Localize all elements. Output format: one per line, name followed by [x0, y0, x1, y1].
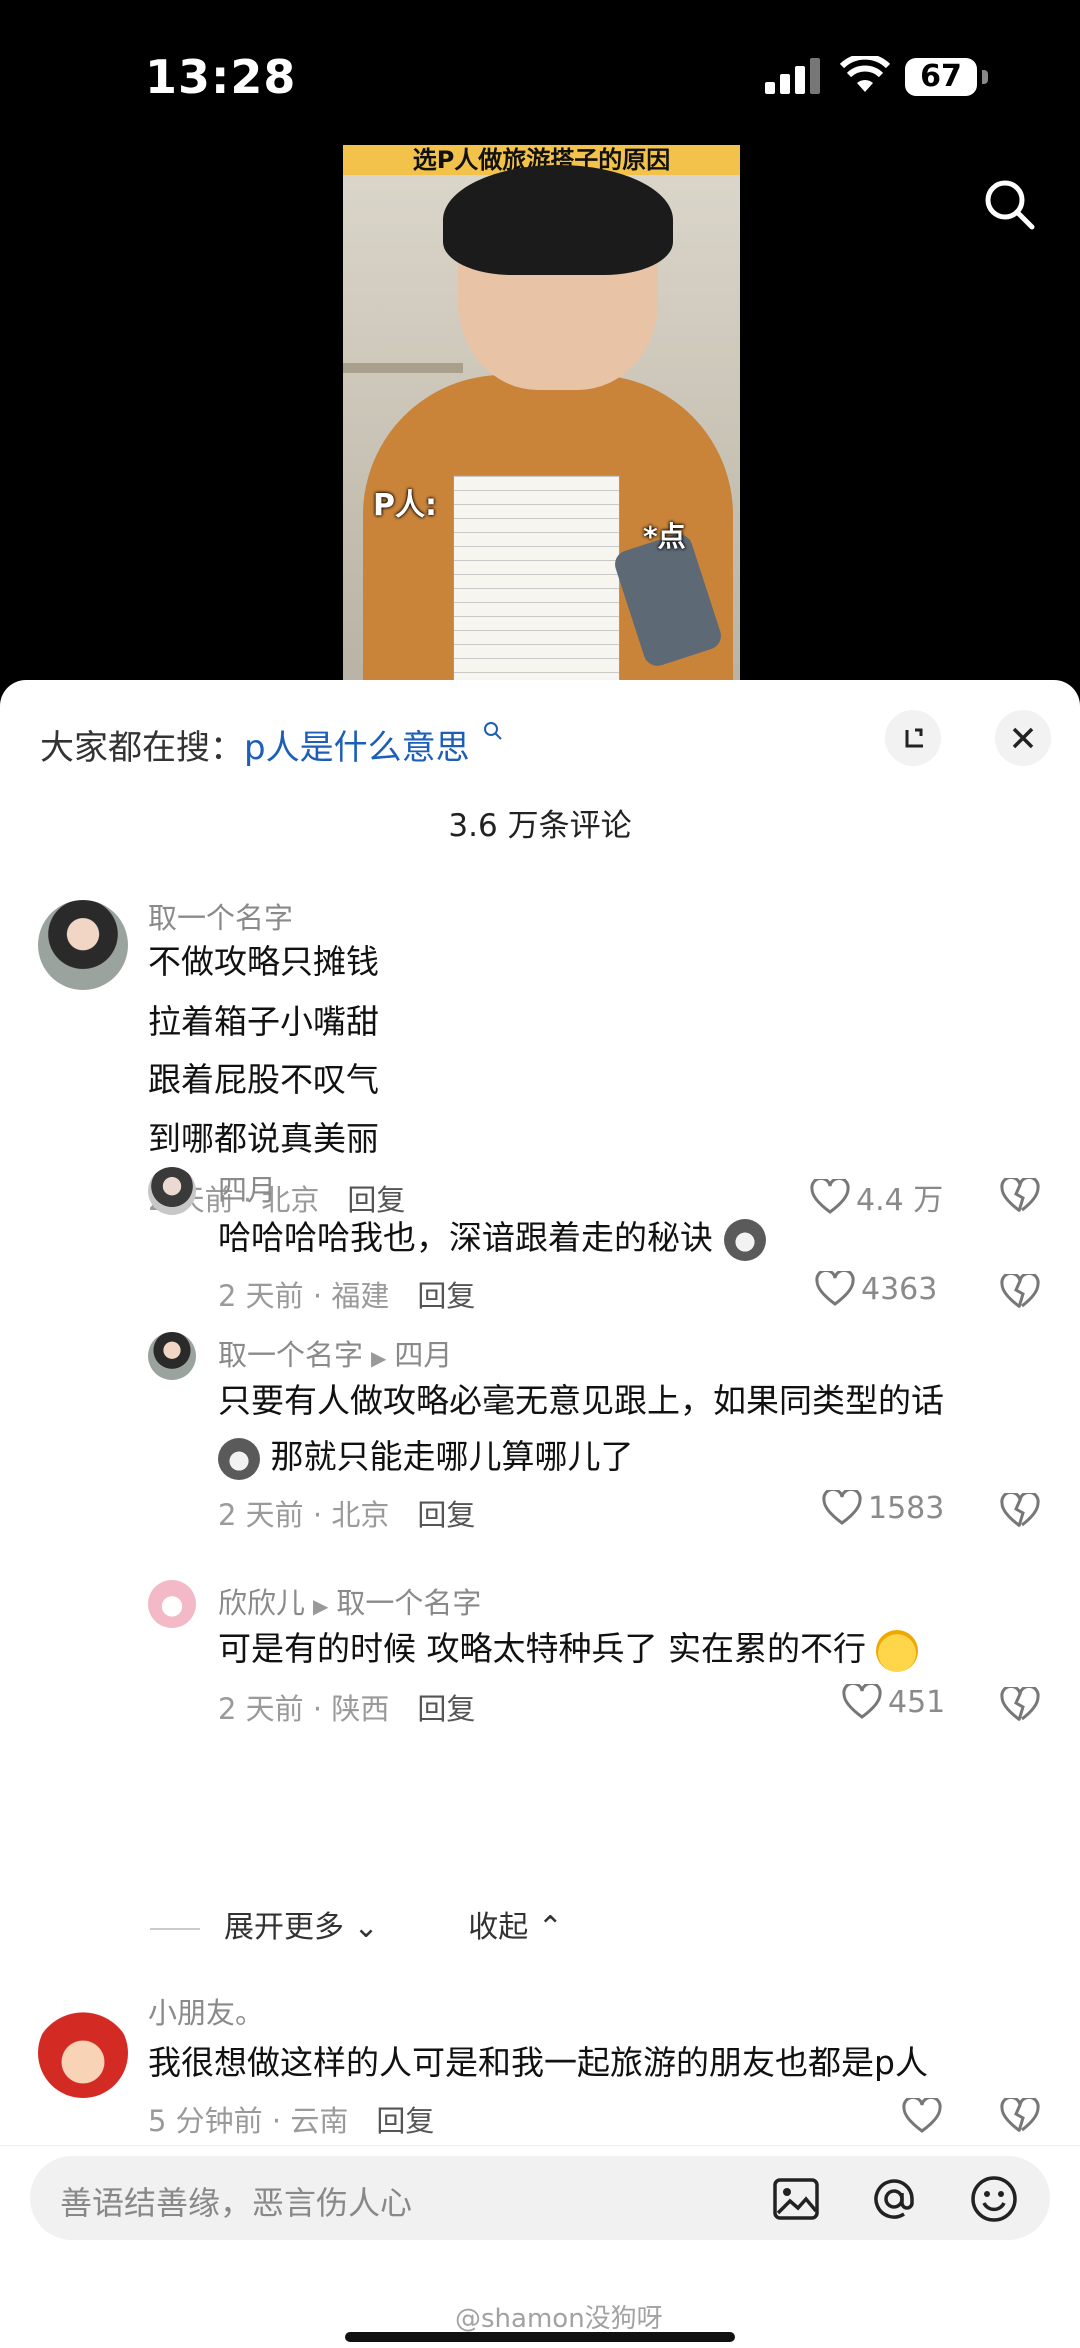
- dog-emoji-icon: [723, 1218, 766, 1261]
- like-count: 4363: [861, 1271, 938, 1307]
- collapse-button[interactable]: 收起 ⌃: [468, 1910, 563, 1945]
- comment-text-line: 我很想做这样的人可是和我一起旅游的朋友也都是p人: [148, 2043, 928, 2082]
- collapse-label: 收起: [468, 1910, 529, 1945]
- heart-icon[interactable]: [902, 2098, 942, 2134]
- comment-meta: 2 天前 · 福建 回复: [218, 1273, 475, 1315]
- home-indicator[interactable]: [345, 2332, 735, 2342]
- crying-emoji-icon: [876, 1629, 919, 1672]
- video-person-hair: [443, 165, 673, 275]
- comment-username[interactable]: 小朋友。: [148, 1990, 264, 2032]
- thread-controls: 展开更多 ⌄ 收起 ⌃: [150, 1902, 563, 1946]
- image-icon[interactable]: [770, 2173, 822, 2225]
- reply-arrow-icon: ▶: [371, 1346, 387, 1370]
- comment-meta: 2 天前 · 北京 回复: [218, 1492, 475, 1534]
- status-bar: 13:28 67: [0, 0, 1080, 160]
- heart-icon: [815, 1271, 855, 1306]
- video-shelf: [343, 363, 463, 373]
- like-button[interactable]: 4.4 万: [810, 1175, 943, 1219]
- battery-tip: [982, 70, 988, 84]
- comment-time: 5 分钟前 · 云南: [148, 2104, 349, 2138]
- avatar[interactable]: [148, 1332, 196, 1380]
- reply-author[interactable]: 欣欣儿: [218, 1586, 305, 1620]
- dog-emoji-icon: [218, 1437, 260, 1480]
- emoji-icon[interactable]: [968, 2173, 1020, 2225]
- like-button[interactable]: 4363: [815, 1271, 937, 1307]
- video-label-p: P人:: [373, 488, 437, 523]
- comment-count: 3.6 万条评论: [448, 808, 632, 844]
- close-icon[interactable]: [995, 710, 1051, 766]
- reply-target[interactable]: 取一个名字: [336, 1586, 481, 1620]
- comment-text-line: 可是有的时候 攻略太特种兵了 实在累的不行: [218, 1622, 919, 1672]
- watermark: @shamon没狗呀: [455, 2304, 663, 2334]
- heart-icon: [842, 1684, 882, 1719]
- comment-text-line: 拉着箱子小嘴甜: [148, 1002, 379, 1041]
- at-mention-icon[interactable]: [868, 2173, 920, 2225]
- avatar[interactable]: [148, 1580, 196, 1628]
- comment-text-line: 跟着屁股不叹气: [148, 1060, 379, 1099]
- signal-icon: [765, 58, 820, 94]
- comment-meta: 2 天前 · 陕西 回复: [218, 1686, 475, 1728]
- comment-input[interactable]: 善语结善缘，恶言伤人心: [30, 2156, 1050, 2240]
- search-suggestion[interactable]: 大家都在搜：p人是什么意思: [40, 720, 504, 769]
- reply-button[interactable]: 回复: [376, 2104, 434, 2138]
- reply-target[interactable]: 四月: [394, 1338, 452, 1372]
- comment-text-line: 那就只能走哪儿算哪儿了: [218, 1430, 634, 1480]
- comment-time: 2 天前 · 福建: [218, 1279, 390, 1313]
- comment-meta: 5 分钟前 · 云南 回复: [148, 2098, 434, 2140]
- comment-time: 2 天前 · 北京: [218, 1498, 390, 1532]
- comment-text-line: 不做攻略只摊钱: [148, 942, 379, 981]
- reply-author[interactable]: 取一个名字: [218, 1338, 363, 1372]
- like-button[interactable]: 451: [842, 1684, 945, 1720]
- comment-input-placeholder: 善语结善缘，恶言伤人心: [60, 2184, 413, 2222]
- like-button[interactable]: 1583: [822, 1490, 944, 1526]
- heart-icon: [822, 1490, 862, 1525]
- broken-heart-icon[interactable]: [1000, 2098, 1040, 2134]
- avatar[interactable]: [38, 900, 128, 990]
- comment-username[interactable]: 取一个名字: [148, 895, 293, 937]
- chevron-up-icon: ⌃: [537, 1910, 563, 1945]
- comment-text: 那就只能走哪儿算哪儿了: [270, 1437, 634, 1476]
- avatar[interactable]: [38, 2008, 128, 2098]
- comment-time: 2 天前 · 陕西: [218, 1692, 390, 1726]
- reply-button[interactable]: 回复: [417, 1498, 475, 1532]
- reply-button[interactable]: 回复: [417, 1279, 475, 1313]
- heart-icon: [810, 1179, 850, 1214]
- comment-sheet: 大家都在搜：p人是什么意思 3.6 万条评论 取一个名字 不做攻略只摊钱 拉着箱…: [0, 680, 1080, 2348]
- thread-divider: [150, 1927, 200, 1930]
- comment-input-bar: 善语结善缘，恶言伤人心 @shamon没狗呀: [0, 2145, 1080, 2348]
- like-count: 1583: [868, 1490, 945, 1526]
- expand-more-label: 展开更多: [224, 1910, 344, 1945]
- search-suggestion-term[interactable]: p人是什么意思: [244, 728, 470, 768]
- comment-text-line: 到哪都说真美丽: [148, 1119, 379, 1158]
- search-suggestion-prefix: 大家都在搜：: [40, 728, 244, 768]
- broken-heart-icon[interactable]: [1000, 1274, 1040, 1310]
- comment-text: 可是有的时候 攻略太特种兵了 实在累的不行: [218, 1629, 866, 1668]
- comment-text-line: 只要有人做攻略必毫无意见跟上，如果同类型的话: [218, 1381, 944, 1420]
- status-time: 13:28: [145, 50, 297, 104]
- search-icon[interactable]: [980, 175, 1040, 235]
- comment-username[interactable]: 四月: [218, 1167, 276, 1209]
- broken-heart-icon[interactable]: [1000, 1687, 1040, 1723]
- video-preview[interactable]: 选P人做旅游搭子的原因 P人: *点: [343, 145, 740, 685]
- like-count: 451: [888, 1684, 946, 1720]
- video-plan-sheet: [453, 475, 620, 685]
- expand-icon[interactable]: [885, 710, 941, 766]
- comment-text-line: 哈哈哈哈我也，深谙跟着走的秘诀: [218, 1211, 766, 1261]
- reply-button[interactable]: 回复: [417, 1692, 475, 1726]
- wifi-icon: [840, 56, 890, 92]
- avatar[interactable]: [148, 1167, 196, 1215]
- reply-arrow-icon: ▶: [313, 1594, 329, 1618]
- battery-indicator: 67: [905, 58, 977, 96]
- chevron-down-icon: ⌄: [353, 1910, 379, 1945]
- comment-username: 欣欣儿 ▶ 取一个名字: [218, 1580, 481, 1622]
- comment-text: 哈哈哈哈我也，深谙跟着走的秘诀: [218, 1218, 713, 1257]
- video-label-dot: *点: [643, 520, 686, 553]
- comment-username: 取一个名字 ▶ 四月: [218, 1332, 452, 1374]
- broken-heart-icon[interactable]: [1000, 1178, 1040, 1214]
- broken-heart-icon[interactable]: [1000, 1493, 1040, 1529]
- small-search-icon: [484, 722, 503, 740]
- expand-more-button[interactable]: 展开更多 ⌄: [224, 1910, 379, 1945]
- like-count: 4.4 万: [856, 1183, 944, 1218]
